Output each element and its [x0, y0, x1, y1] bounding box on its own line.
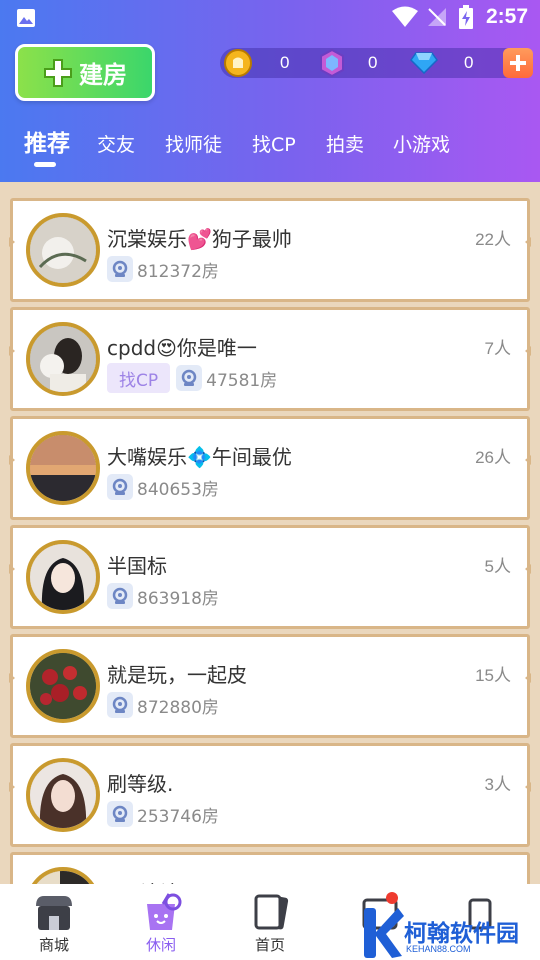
add-currency-button[interactable]	[503, 48, 533, 78]
nav-home[interactable]: 首页	[240, 892, 300, 955]
room-title: 大嘴娱乐💠午间最优	[107, 445, 292, 469]
webcam-icon	[107, 474, 133, 500]
room-title: 沉棠娱乐💕狗子最帅	[107, 227, 292, 251]
create-room-button[interactable]: 建房	[15, 44, 155, 101]
room-id-row: 812372房	[107, 255, 219, 283]
room-title: 半国标	[107, 554, 167, 578]
tab-friends[interactable]: 交友	[97, 130, 135, 157]
room-id: 812372房	[137, 261, 219, 282]
room-member-count: 26人	[475, 448, 511, 467]
tab-mini-games[interactable]: 小游戏	[393, 130, 450, 157]
webcam-icon	[107, 583, 133, 609]
diamond-icon	[410, 52, 438, 74]
gem-icon	[320, 49, 344, 77]
room-member-count: 7人	[484, 339, 511, 358]
diamond-value: 0	[464, 53, 474, 72]
gem-balance: 0	[320, 48, 377, 78]
tab-mentor[interactable]: 找师徒	[165, 130, 222, 157]
webcam-icon	[107, 692, 133, 718]
webcam-icon	[107, 256, 133, 282]
watermark-logo-icon	[364, 908, 404, 958]
room-id: 840653房	[137, 479, 219, 500]
plus-icon	[44, 58, 72, 87]
currency-bar: 0 0 0	[220, 48, 530, 78]
watermark-subtitle: KEHAN88.COM	[406, 944, 471, 954]
room-id-row: 872880房	[107, 691, 219, 719]
room-avatar	[26, 213, 100, 287]
room-card[interactable]: 刷等级. 3人 253746房	[10, 743, 530, 847]
nav-leisure[interactable]: 休闲	[131, 892, 191, 955]
room-avatar	[26, 649, 100, 723]
wifi-icon	[392, 6, 418, 27]
room-avatar	[26, 322, 100, 396]
room-avatar	[26, 758, 100, 832]
room-card[interactable]: 大嘴娱乐💠午间最优 26人 840653房	[10, 416, 530, 520]
room-member-count: 5人	[484, 557, 511, 576]
room-id: 863918房	[137, 588, 219, 609]
room-title: cpdd😍你是唯一	[107, 336, 257, 360]
coin-icon	[224, 49, 252, 77]
gem-value: 0	[368, 53, 378, 72]
shop-icon	[36, 896, 72, 930]
room-id-row: 253746房	[107, 800, 219, 828]
room-id-row: 863918房	[107, 582, 219, 610]
active-tab-indicator	[34, 162, 56, 167]
room-tag-badge: 找CP	[107, 363, 171, 393]
room-member-count: 22人	[475, 230, 511, 249]
room-member-count: 3人	[484, 775, 511, 794]
coin-balance: 0	[224, 48, 289, 78]
battery-charging-icon	[459, 5, 473, 29]
room-id: 872880房	[137, 697, 219, 718]
room-card[interactable]: cpdd😍你是唯一 7人 找CP 47581房	[10, 307, 530, 411]
room-avatar	[26, 431, 100, 505]
watermark-title: 柯翰软件园	[404, 921, 519, 947]
gallery-icon	[17, 9, 35, 27]
room-title: 就是玩，一起皮	[107, 663, 247, 687]
room-id: 253746房	[137, 806, 219, 827]
webcam-icon	[176, 365, 203, 391]
add-icon	[510, 55, 526, 71]
status-bar: 2:57	[0, 0, 540, 36]
drink-icon	[147, 893, 182, 930]
room-id-row: 840653房	[107, 473, 219, 501]
diamond-balance: 0	[410, 48, 473, 78]
nav-leisure-label: 休闲	[145, 936, 176, 954]
room-card[interactable]: 就是玩，一起皮 15人 872880房	[10, 634, 530, 738]
room-card[interactable]: 半国标 5人 863918房	[10, 525, 530, 629]
category-tabs: 推荐 交友 找师徒 找CP 拍卖 小游戏	[0, 124, 540, 167]
room-id: 47581房	[206, 370, 278, 391]
create-room-label: 建房	[79, 61, 127, 89]
webcam-icon	[107, 801, 133, 827]
tab-recommend[interactable]: 推荐	[24, 124, 70, 158]
signal-off-icon	[428, 8, 446, 26]
nav-shop-label: 商城	[38, 936, 69, 954]
room-id-row: 找CP 47581房	[107, 363, 278, 393]
tab-find-cp[interactable]: 找CP	[252, 130, 296, 157]
room-avatar	[26, 540, 100, 614]
nav-home-label: 首页	[254, 936, 285, 954]
status-time: 2:57	[486, 5, 529, 28]
cards-icon	[254, 894, 289, 930]
room-title: 刷等级.	[107, 772, 174, 796]
room-card[interactable]: 沉棠娱乐💕狗子最帅 22人 812372房	[10, 198, 530, 302]
room-member-count: 15人	[475, 666, 511, 685]
coin-value: 0	[280, 53, 290, 72]
tab-auction[interactable]: 拍卖	[326, 130, 364, 157]
watermark: 柯翰软件园 KEHAN88.COM	[358, 900, 538, 960]
nav-shop[interactable]: 商城	[24, 892, 84, 955]
